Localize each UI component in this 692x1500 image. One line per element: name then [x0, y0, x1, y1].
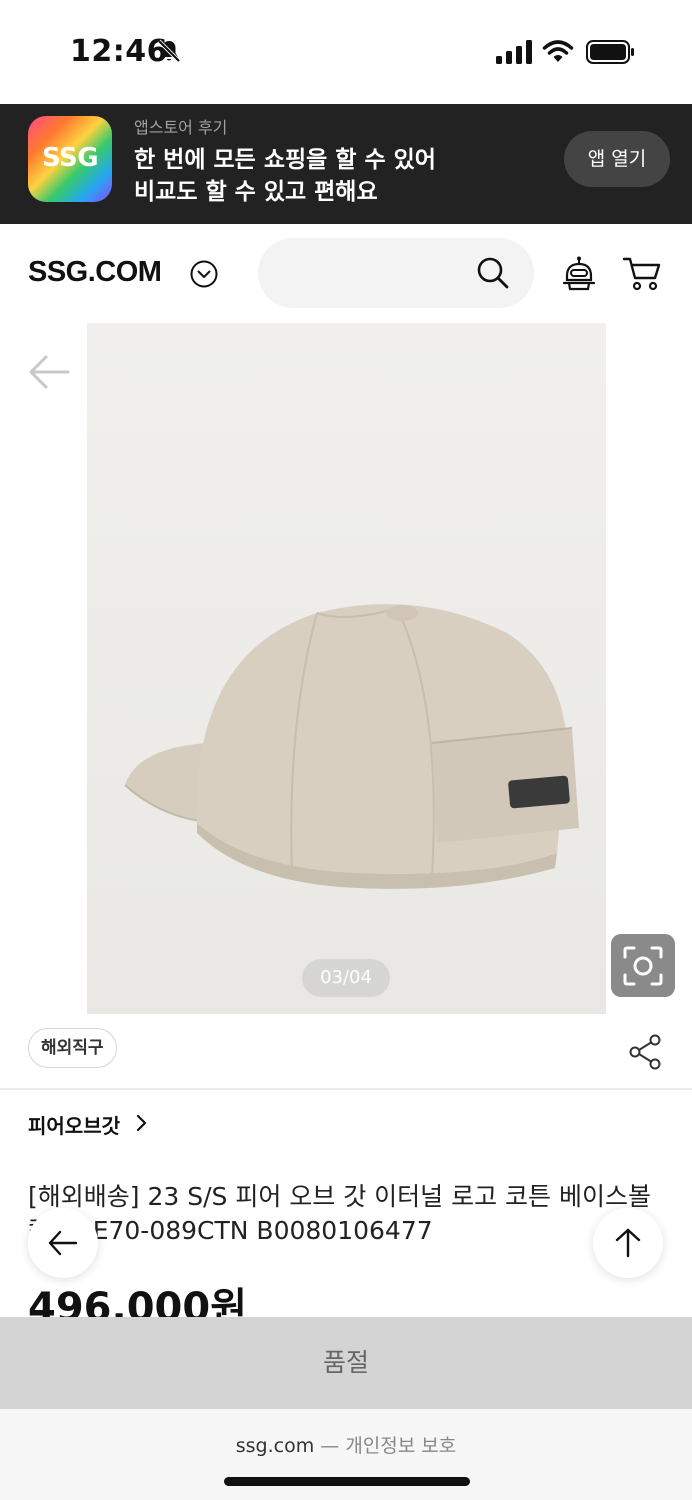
status-time: 12:46	[70, 34, 168, 69]
product-brand-link[interactable]: 피어오브갓	[28, 1110, 120, 1139]
browser-address-bar[interactable]: ssg.com — 개인정보 보호	[0, 1409, 692, 1500]
search-input[interactable]	[258, 238, 534, 308]
image-page-indicator: 03/04	[302, 959, 390, 997]
search-icon[interactable]	[476, 256, 510, 290]
image-search-button[interactable]	[611, 934, 675, 997]
product-title: [해외배송] 23 S/S 피어 오브 갓 이터널 로고 코튼 베이스볼 캡 F…	[28, 1182, 652, 1245]
camera-scan-icon	[623, 946, 663, 986]
browser-domain: ssg.com	[235, 1435, 315, 1457]
product-price: 496,000원	[28, 1285, 247, 1317]
banner-message-line1: 한 번에 모든 쇼핑을 할 수 있어	[134, 147, 436, 173]
bell-off-icon	[157, 39, 181, 63]
share-icon[interactable]	[628, 1034, 662, 1070]
overseas-direct-tag: 해외직구	[28, 1028, 117, 1068]
site-logo[interactable]: SSG.COM	[28, 256, 162, 289]
wifi-icon	[542, 40, 574, 62]
cellular-signal-icon	[496, 40, 532, 64]
ssg-app-logo: SSG	[28, 116, 112, 202]
floating-back-button[interactable]	[28, 1208, 98, 1278]
arrow-up-icon	[615, 1228, 641, 1258]
banner-subtitle: 앱스토어 후기	[134, 118, 228, 137]
app-logo-text: SSG	[41, 143, 99, 173]
baseball-cap-photo	[124, 604, 579, 889]
banner-message-line2: 비교도 할 수 있고 편해요	[134, 179, 378, 205]
home-indicator[interactable]	[224, 1477, 470, 1486]
chatbot-icon[interactable]	[562, 256, 596, 292]
battery-icon	[586, 40, 634, 64]
back-arrow-icon[interactable]	[28, 354, 70, 390]
cart-icon[interactable]	[622, 256, 662, 292]
browser-url[interactable]: ssg.com — 개인정보 보호	[0, 1431, 692, 1458]
chevron-down-circle-icon[interactable]	[190, 260, 218, 288]
chevron-right-icon[interactable]	[134, 1113, 150, 1133]
open-app-button[interactable]: 앱 열기	[564, 131, 670, 187]
section-divider	[0, 1088, 692, 1090]
soldout-button[interactable]: 품절	[0, 1317, 692, 1409]
product-image[interactable]	[87, 323, 606, 1014]
scroll-to-top-button[interactable]	[593, 1208, 663, 1278]
arrow-left-icon	[48, 1230, 78, 1256]
app-install-banner[interactable]: SSG 앱스토어 후기 한 번에 모든 쇼핑을 할 수 있어 비교도 할 수 있…	[0, 104, 692, 224]
status-bar: 12:46	[0, 0, 692, 104]
browser-separator: —	[314, 1435, 346, 1457]
browser-privacy-label: 개인정보 보호	[345, 1435, 457, 1457]
site-header: SSG.COM	[0, 224, 692, 324]
